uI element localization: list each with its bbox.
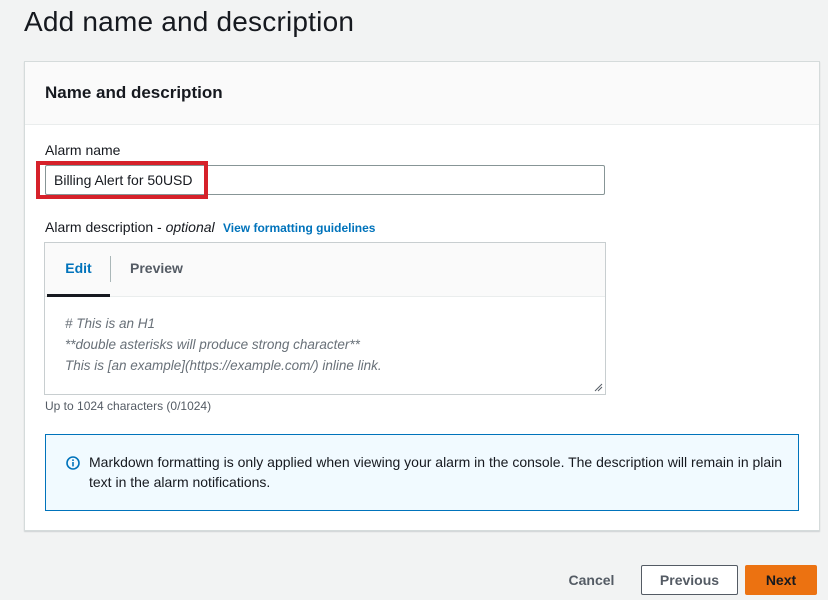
cancel-button[interactable]: Cancel	[560, 565, 623, 595]
placeholder-line: # This is an H1	[65, 316, 156, 331]
name-description-panel: Name and description Alarm name Alarm de…	[24, 61, 820, 531]
description-textarea[interactable]: # This is an H1 **double asterisks will …	[65, 313, 382, 376]
alarm-name-label: Alarm name	[45, 142, 121, 158]
alarm-name-input[interactable]	[45, 165, 605, 195]
previous-button[interactable]: Previous	[641, 565, 738, 595]
formatting-guidelines-link[interactable]: View formatting guidelines	[223, 221, 375, 235]
tab-preview[interactable]: Preview	[130, 243, 183, 297]
character-count: Up to 1024 characters (0/1024)	[45, 399, 212, 413]
editor-tabs: Edit Preview	[45, 243, 605, 297]
placeholder-line: **double asterisks will produce strong c…	[65, 337, 360, 352]
next-button[interactable]: Next	[745, 565, 817, 595]
panel-header: Name and description	[25, 62, 819, 125]
resize-handle-icon[interactable]	[594, 383, 603, 392]
optional-label: optional	[165, 219, 215, 235]
alarm-description-label-text: Alarm description -	[45, 219, 166, 235]
placeholder-line: This is [an example](https://example.com…	[65, 358, 382, 373]
tab-edit[interactable]: Edit	[47, 243, 110, 297]
info-text: Markdown formatting is only applied when…	[89, 454, 783, 490]
info-icon	[66, 456, 80, 470]
page-title: Add name and description	[24, 6, 355, 37]
alarm-description-label: Alarm description - optional	[45, 219, 215, 235]
panel-title: Name and description	[45, 83, 223, 102]
description-editor[interactable]: Edit Preview # This is an H1 **double as…	[44, 242, 606, 395]
tab-divider	[110, 256, 111, 282]
info-alert: Markdown formatting is only applied when…	[45, 434, 799, 511]
